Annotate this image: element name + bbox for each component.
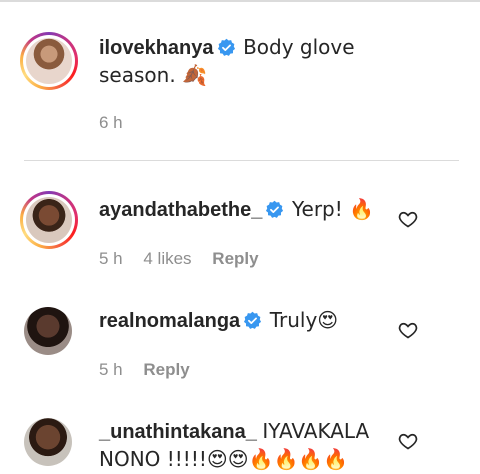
post-meta: 6 h <box>99 113 139 133</box>
heart-outline-icon[interactable] <box>398 209 418 229</box>
comment-username[interactable]: _unathintakana_ <box>99 421 257 443</box>
verified-badge-icon <box>217 38 235 56</box>
comment-avatar[interactable] <box>24 307 72 355</box>
comment-username[interactable]: ayandathabethe_ <box>99 199 262 221</box>
comment-username[interactable]: realnomalanga <box>99 310 240 332</box>
post-caption: ilovekhanya Body glove season. 🍂 <box>99 34 389 90</box>
comment-body: realnomalanga Truly😍 <box>99 307 389 335</box>
comment-body: ayandathabethe_ Yerp! 🔥 <box>99 196 389 224</box>
post-avatar[interactable] <box>26 38 72 84</box>
comment-body: _unathintakana_ IYAVAKALA NONO !!!!!😍😍🔥🔥… <box>99 418 389 474</box>
reply-button[interactable]: Reply <box>212 249 258 268</box>
heart-outline-icon[interactable] <box>398 320 418 340</box>
comment-time: 5 h <box>99 249 123 268</box>
verified-badge-icon <box>244 311 262 329</box>
comment-avatar[interactable] <box>24 418 72 466</box>
top-divider <box>0 0 480 2</box>
verified-badge-icon <box>266 200 284 218</box>
heart-outline-icon[interactable] <box>398 431 418 451</box>
comment-meta: 5 h 4 likes Reply <box>99 249 275 269</box>
post-time: 6 h <box>99 113 123 132</box>
caption-divider <box>24 160 459 161</box>
post-username[interactable]: ilovekhanya <box>99 37 214 59</box>
comment-avatar[interactable] <box>26 197 72 243</box>
comment-meta: 5 h Reply <box>99 360 206 380</box>
comment-time: 5 h <box>99 360 123 379</box>
reply-button[interactable]: Reply <box>143 360 189 379</box>
comment-text: Truly😍 <box>269 308 339 332</box>
comment-text: Yerp! 🔥 <box>291 197 375 221</box>
comment-likes[interactable]: 4 likes <box>143 249 191 268</box>
